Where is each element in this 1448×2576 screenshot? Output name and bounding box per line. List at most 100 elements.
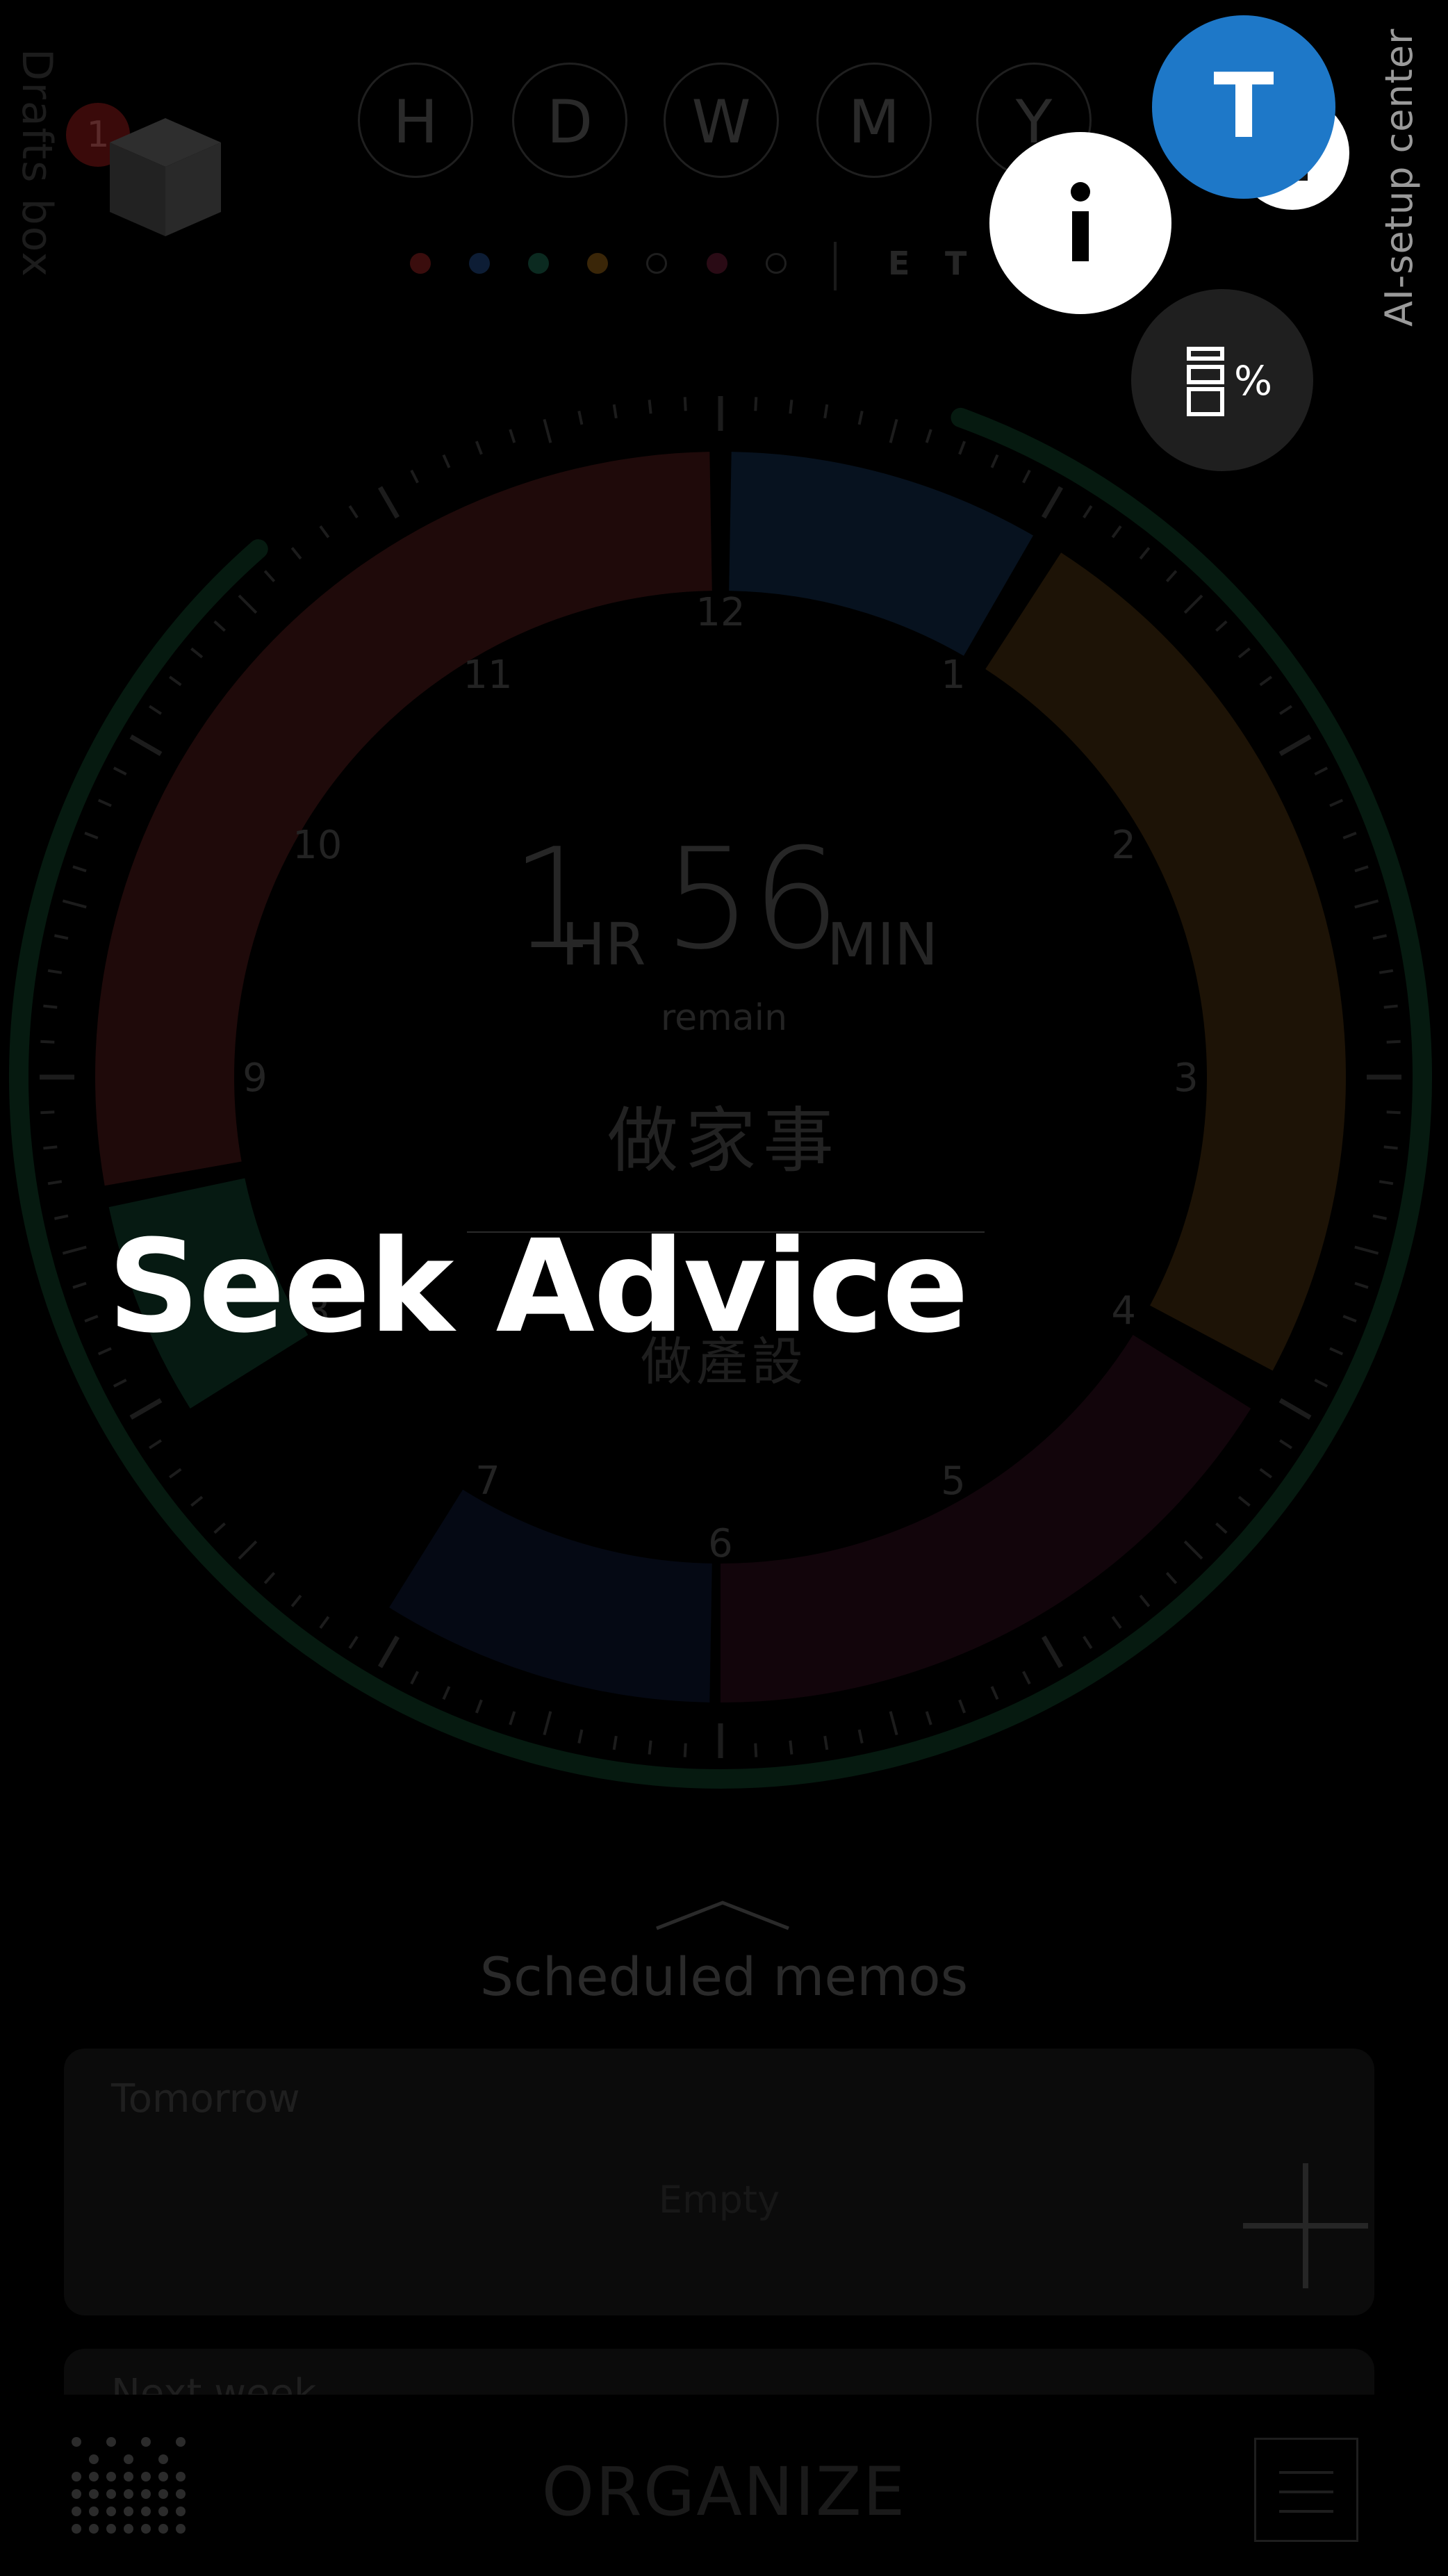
- clock-tick: [823, 1735, 829, 1750]
- segment-red[interactable]: [94, 452, 712, 1186]
- clock-tick: [290, 1594, 302, 1607]
- clock-tick: [84, 831, 99, 839]
- clock-tick: [1372, 1214, 1388, 1220]
- clock-tick: [475, 1699, 483, 1714]
- clock-tick: [72, 865, 87, 873]
- organize-button[interactable]: ORGANIZE: [0, 2453, 1448, 2531]
- clock-tick: [47, 969, 63, 974]
- drafts-box-icon[interactable]: [103, 111, 228, 243]
- clock-tick: [442, 1686, 451, 1700]
- category-filter-empty[interactable]: [766, 253, 787, 274]
- clock-tick: [54, 1214, 69, 1220]
- clock-tick: [348, 1636, 359, 1649]
- category-filter-amber[interactable]: [587, 253, 608, 274]
- memo-empty-text: Empty: [658, 2178, 780, 2222]
- clock-tick: [543, 418, 552, 443]
- dot-grid-dot: [72, 2437, 81, 2447]
- current-activity[interactable]: 做家事: [0, 1084, 1448, 1186]
- clock-tick: [577, 410, 584, 425]
- user-avatar-fab[interactable]: T: [1152, 15, 1335, 199]
- percentage-view-fab[interactable]: %: [1131, 289, 1313, 471]
- clock-tick: [1379, 969, 1394, 974]
- info-fab[interactable]: [989, 132, 1171, 314]
- category-filter-empty[interactable]: [646, 253, 667, 274]
- add-memo-icon[interactable]: [1240, 2160, 1372, 2292]
- clock-tick: [263, 570, 276, 582]
- filter-divider: [834, 242, 837, 290]
- clock-tick: [1237, 1495, 1251, 1507]
- drafts-box-label[interactable]: Drafts box: [13, 49, 61, 278]
- clock-tick: [213, 620, 226, 632]
- clock-tick: [925, 429, 932, 443]
- filter-letter-e[interactable]: E: [888, 245, 910, 282]
- stacked-bars-icon: [1187, 347, 1224, 416]
- segment-blue[interactable]: [729, 452, 1033, 656]
- clock-tick: [1279, 705, 1292, 715]
- clock-tick: [683, 397, 687, 411]
- scheduled-memos-title[interactable]: Scheduled memos: [0, 1946, 1448, 2008]
- clock-hour-label: 5: [941, 1459, 966, 1504]
- clock-tick: [754, 397, 758, 411]
- clock-tick: [648, 400, 652, 414]
- clock-tick: [1041, 1635, 1064, 1668]
- clock-tick: [263, 1572, 276, 1584]
- clock-hour-label: 7: [475, 1459, 500, 1504]
- chevron-up-icon[interactable]: [653, 1897, 792, 1932]
- clock-tick: [1111, 1616, 1122, 1630]
- period-tab-month[interactable]: M: [816, 63, 932, 178]
- clock-tick: [1041, 486, 1064, 519]
- clock-tick: [925, 1711, 932, 1725]
- clock-tick: [377, 486, 400, 519]
- hours-unit: HR: [561, 910, 646, 978]
- period-tab-hour[interactable]: H: [358, 63, 473, 178]
- clock-tick: [410, 469, 419, 484]
- clock-tick: [1165, 570, 1178, 582]
- period-tab-week[interactable]: W: [664, 63, 779, 178]
- clock-tick: [1083, 505, 1093, 518]
- clock-tick: [1183, 594, 1203, 614]
- clock-tick: [1215, 1522, 1228, 1534]
- clock-tick: [348, 505, 359, 518]
- clock-tick: [62, 1245, 87, 1255]
- clock-tick: [410, 1671, 419, 1685]
- clock-tick: [238, 1540, 258, 1560]
- category-filter-green[interactable]: [528, 253, 549, 274]
- menu-icon[interactable]: [1254, 2438, 1358, 2542]
- clock-tick: [1183, 1540, 1203, 1560]
- clock-tick: [129, 734, 163, 757]
- clock-tick: [1278, 734, 1312, 757]
- clock-tick: [1372, 934, 1388, 940]
- clock-tick: [62, 899, 87, 909]
- clock-tick: [190, 647, 204, 659]
- clock-tick: [442, 454, 451, 468]
- seek-advice-hint[interactable]: Seek Advice: [108, 1223, 969, 1351]
- clock-tick: [509, 429, 516, 443]
- clock-tick: [1165, 1572, 1178, 1584]
- segment-navy[interactable]: [389, 1489, 712, 1703]
- clock-tick: [1237, 647, 1251, 659]
- clock-hour-label: 12: [696, 590, 745, 635]
- clock-hour-label: 1: [941, 653, 966, 698]
- memo-card-tomorrow[interactable]: Tomorrow Empty: [64, 2049, 1374, 2315]
- clock-tick: [1278, 1397, 1312, 1420]
- clock-tick: [1022, 1671, 1031, 1685]
- clock-tick: [1259, 675, 1273, 687]
- clock-tick: [238, 594, 258, 614]
- category-filter-red[interactable]: [410, 253, 431, 274]
- clock-tick: [1279, 1439, 1292, 1450]
- clock-tick: [72, 1281, 87, 1289]
- clock-tick: [149, 1439, 162, 1450]
- clock-tick: [990, 454, 999, 468]
- filter-letter-t[interactable]: T: [945, 245, 966, 282]
- period-tab-day[interactable]: D: [512, 63, 627, 178]
- category-filter-magenta[interactable]: [707, 253, 727, 274]
- clock-tick: [168, 1468, 182, 1479]
- clock-hour-label: 6: [708, 1521, 733, 1566]
- category-filter-blue[interactable]: [469, 253, 490, 274]
- clock-tick: [97, 798, 112, 807]
- clock-tick: [889, 1711, 898, 1736]
- clock-tick: [1139, 1594, 1151, 1607]
- ai-setup-center-label[interactable]: AI-setup center: [1377, 28, 1421, 327]
- memo-card-label: Tomorrow: [111, 2076, 300, 2122]
- clock-tick: [543, 1711, 552, 1736]
